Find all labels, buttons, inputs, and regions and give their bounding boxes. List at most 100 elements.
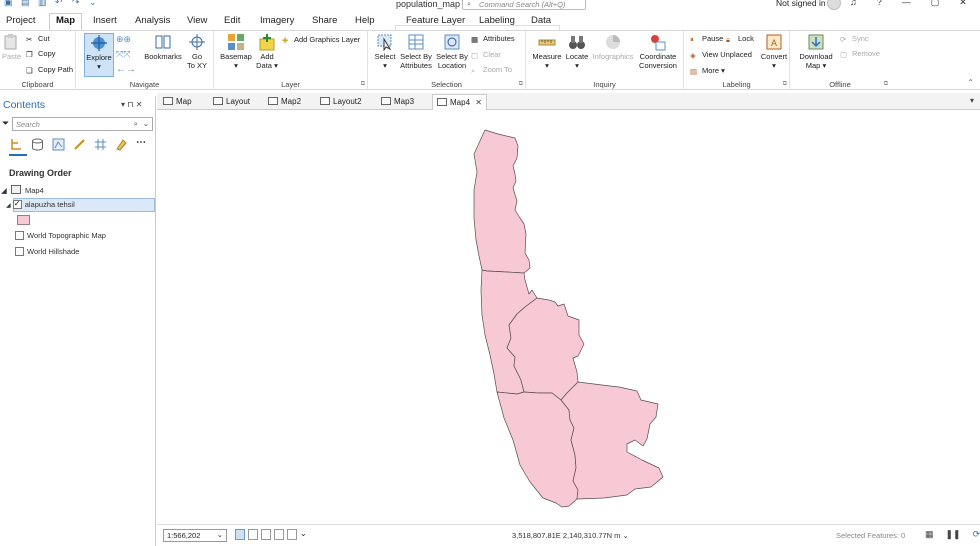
rotation-icon[interactable]: [274, 529, 284, 540]
cut-button[interactable]: ✂ Cut: [26, 34, 50, 44]
more-labeling-button[interactable]: ▤ More ▾: [690, 66, 725, 76]
map-tree-node[interactable]: ◢ Map4: [1, 185, 44, 195]
tab-view[interactable]: View: [187, 15, 207, 26]
tab-analysis[interactable]: Analysis: [135, 15, 170, 26]
zoom-to-selection-button[interactable]: ⌕ Zoom To: [471, 65, 512, 75]
contents-search-input[interactable]: Search ⌕ ⌄: [12, 117, 153, 131]
layer-visibility-checkbox[interactable]: [12, 199, 22, 209]
tab-data[interactable]: Data: [531, 15, 551, 26]
select-by-location-button[interactable]: Select By Location: [434, 33, 470, 70]
add-graphics-layer-button[interactable]: ✚ Add Graphics Layer: [282, 35, 360, 45]
data-source-icon[interactable]: [31, 138, 44, 151]
full-extent-icon[interactable]: ⊕⊕: [116, 34, 131, 45]
tools-dropdown-icon[interactable]: ⌄: [300, 529, 310, 540]
layer-row-world-hillshade[interactable]: World Hillshade: [15, 247, 79, 256]
command-search-input[interactable]: ⌕ Command Search (Alt+Q): [462, 0, 586, 10]
view-unplaced-button[interactable]: ◈ View Unplaced: [690, 50, 752, 60]
filter-icon[interactable]: ⏷: [2, 118, 9, 129]
map-canvas[interactable]: [157, 110, 980, 524]
tab-edit[interactable]: Edit: [224, 15, 240, 26]
help-icon[interactable]: ?: [877, 0, 882, 8]
constraint-icon[interactable]: [261, 529, 271, 540]
coordinate-readout[interactable]: 3,518,807.81E 2,140,310.77N m ⌄: [512, 531, 629, 540]
view-tab-map4[interactable]: Map4 ✕: [432, 94, 487, 110]
attributes-button[interactable]: ▦ Attributes: [471, 34, 515, 44]
editing-view-icon[interactable]: [73, 138, 86, 151]
add-data-button[interactable]: Add Data ▾: [256, 33, 278, 70]
copy-path-button[interactable]: ❏ Copy Path: [26, 65, 73, 75]
tab-labeling[interactable]: Labeling: [479, 15, 515, 26]
more-options-icon[interactable]: ⋯: [136, 138, 149, 151]
grid-icon[interactable]: [248, 529, 258, 540]
save-icon[interactable]: ▥: [38, 0, 47, 7]
refresh-icon[interactable]: ⟳: [973, 529, 980, 540]
undo-icon[interactable]: ↶: [55, 0, 64, 7]
basemap-button[interactable]: Basemap ▾: [220, 33, 252, 70]
view-tab-layout2[interactable]: Layout2: [320, 97, 361, 106]
coordinate-conversion-button[interactable]: Coordinate Conversion: [636, 33, 680, 70]
clear-selection-button[interactable]: ▢ Clear: [471, 50, 501, 60]
infographics-button[interactable]: Infographics: [592, 33, 634, 61]
drawing-order-icon[interactable]: [10, 138, 23, 151]
map-display[interactable]: [157, 110, 980, 524]
maximize-button[interactable]: ▢: [931, 0, 940, 8]
bookmarks-button[interactable]: Bookmarks: [144, 33, 182, 61]
view-tab-map[interactable]: Map: [163, 97, 192, 106]
layer-dialog-launcher-icon[interactable]: ⧉: [361, 81, 365, 88]
expand-triangle-icon[interactable]: ◢: [6, 203, 11, 209]
view-tab-layout[interactable]: Layout: [213, 97, 250, 106]
close-button[interactable]: ✕: [959, 0, 967, 8]
sync-button[interactable]: ⟳ Sync: [840, 34, 869, 44]
customize-qat-icon[interactable]: ⌄: [89, 0, 98, 7]
tab-feature-layer[interactable]: Feature Layer: [406, 15, 465, 26]
expand-triangle-icon[interactable]: ◢: [1, 186, 7, 195]
pane-controls[interactable]: ▾ ⊓ ✕: [121, 100, 142, 109]
pause-drawing-icon[interactable]: ❚❚: [946, 529, 961, 540]
layer-visibility-checkbox[interactable]: [15, 231, 24, 240]
tehsil-polygon-south[interactable]: [496, 391, 579, 508]
redo-icon[interactable]: ↷: [72, 0, 81, 7]
lock-labels-button[interactable]: 🔒︎ Lock: [726, 34, 754, 44]
view-tab-map3[interactable]: Map3: [381, 97, 414, 106]
selection-dialog-launcher-icon[interactable]: ⧉: [519, 81, 523, 88]
view-tab-map2[interactable]: Map2: [268, 97, 301, 106]
tehsil-polygon-southeast[interactable]: [560, 381, 664, 500]
remove-button[interactable]: ▢ Remove: [840, 49, 880, 59]
layer-symbol-swatch[interactable]: [17, 215, 30, 225]
north-arrow-icon[interactable]: [287, 529, 297, 540]
tab-project[interactable]: Project: [6, 15, 36, 26]
user-avatar-icon[interactable]: [827, 0, 841, 10]
fixed-zoom-icon[interactable]: ⤧⤧: [116, 49, 130, 60]
signin-status[interactable]: Not signed in: [776, 0, 826, 8]
explore-button[interactable]: Explore ▾: [84, 33, 114, 77]
scale-selector[interactable]: 1:566,202 ⌄: [163, 529, 227, 542]
locate-button[interactable]: Locate ▾: [564, 33, 590, 70]
tab-imagery[interactable]: Imagery: [260, 15, 294, 26]
chevron-down-icon[interactable]: ⌄: [143, 119, 149, 128]
minimize-button[interactable]: —: [902, 0, 911, 8]
tehsil-polygon-north[interactable]: [473, 129, 531, 274]
previous-next-extent-icon[interactable]: ←→: [116, 64, 136, 75]
copy-button[interactable]: ❐ Copy: [26, 49, 56, 59]
measure-button[interactable]: Measure ▾: [530, 33, 564, 70]
tab-map[interactable]: Map: [49, 13, 82, 30]
labeling-dialog-launcher-icon[interactable]: ⧉: [783, 81, 787, 88]
snapping-view-icon[interactable]: [94, 138, 107, 151]
fixed-scale-icon[interactable]: [235, 529, 245, 540]
convert-button[interactable]: A Convert ▾: [760, 33, 788, 70]
view-tabs-menu-icon[interactable]: ▾: [970, 96, 974, 105]
close-tab-icon[interactable]: ✕: [475, 98, 482, 107]
layer-visibility-checkbox[interactable]: [15, 247, 24, 256]
layer-row-world-topographic-map[interactable]: World Topographic Map: [15, 231, 106, 240]
tab-insert[interactable]: Insert: [93, 15, 117, 26]
open-icon[interactable]: ▤: [21, 0, 30, 7]
selection-view-icon[interactable]: [52, 138, 65, 151]
tab-help[interactable]: Help: [355, 15, 375, 26]
table-icon[interactable]: ▦: [925, 529, 934, 540]
paste-button[interactable]: Paste: [2, 33, 21, 61]
notifications-icon[interactable]: ♫: [850, 0, 857, 8]
layer-row-alapuzha-tehsil[interactable]: ◢ alapuzha tehsil: [6, 199, 75, 209]
pause-labels-button[interactable]: ⏸ Pause: [690, 34, 723, 44]
select-button[interactable]: Select ▾: [372, 33, 398, 70]
labeling-view-icon[interactable]: [115, 138, 128, 151]
